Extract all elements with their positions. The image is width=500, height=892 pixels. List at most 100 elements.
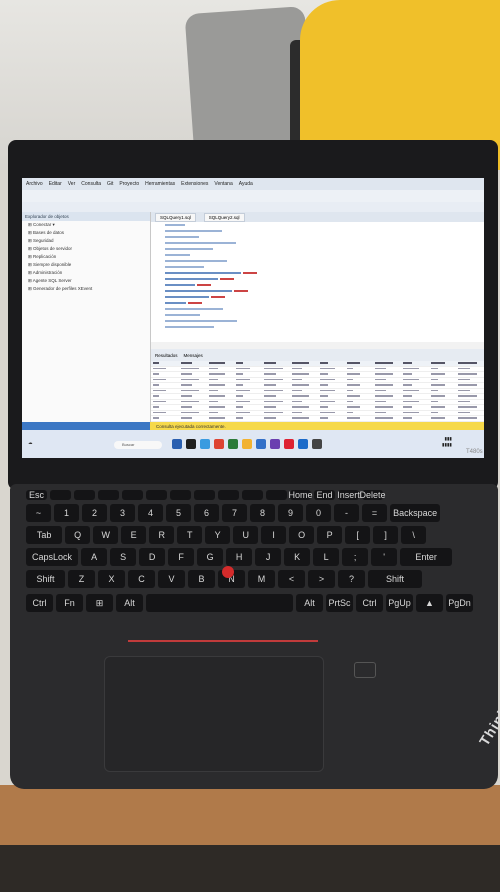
key[interactable]: 9 [278,504,303,522]
menu-item-5[interactable]: Proyecto [119,181,139,187]
taskbar-app-icon[interactable] [186,439,196,449]
key[interactable]: V [158,570,185,588]
key[interactable]: > [308,570,335,588]
key[interactable]: Home [289,490,313,500]
key[interactable]: Y [205,526,231,544]
results-grid[interactable] [151,361,484,433]
tree-item[interactable]: ⊞ Conectar ▾ [22,221,150,229]
taskbar-app-icon[interactable] [242,439,252,449]
tab-results[interactable]: Resultados [155,353,178,358]
key[interactable]: M [248,570,275,588]
key[interactable]: ? [338,570,365,588]
key[interactable]: Shift [26,570,65,588]
tab-query-1[interactable]: SQLQuery1.sql [155,212,196,222]
key[interactable]: Delete [360,490,386,500]
menu-item-9[interactable]: Ayuda [239,181,253,187]
menu-item-2[interactable]: Ver [68,181,76,187]
key[interactable] [74,490,95,500]
key[interactable]: ; [342,548,369,566]
key[interactable]: D [139,548,166,566]
taskbar-app-icon[interactable] [298,439,308,449]
key[interactable]: ▲ [416,594,443,612]
sql-editor[interactable] [151,222,484,342]
key[interactable]: A [81,548,108,566]
key[interactable]: Tab [26,526,63,544]
trackpoint[interactable] [222,566,234,578]
menu-item-4[interactable]: Git [107,181,113,187]
key[interactable]: Q [65,526,91,544]
key[interactable]: Ctrl [356,594,383,612]
key[interactable]: R [149,526,175,544]
taskbar-app-icon[interactable] [172,439,182,449]
key[interactable]: ⊞ [86,594,113,612]
key[interactable]: < [278,570,305,588]
key[interactable] [194,490,215,500]
key[interactable]: Esc [26,490,47,500]
taskbar-app-icon[interactable] [228,439,238,449]
key[interactable]: G [197,548,224,566]
key[interactable]: ] [373,526,399,544]
tree-item[interactable]: ⊞ Generador de perfiles XEvent [22,285,150,293]
tree-item[interactable]: ⊞ Bases de datos [22,229,150,237]
key[interactable]: 4 [138,504,163,522]
menu-item-1[interactable]: Editar [49,181,62,187]
tree-item[interactable]: ⊞ Replicación [22,253,150,261]
key[interactable]: PrtSc [326,594,353,612]
tab-messages[interactable]: Mensajes [184,353,203,358]
key[interactable]: S [110,548,137,566]
key[interactable]: 6 [194,504,219,522]
weather-widget[interactable]: ☁ [28,440,33,446]
tree-item[interactable]: ⊞ Seguridad [22,237,150,245]
key[interactable]: E [121,526,147,544]
key[interactable]: Shift [368,570,422,588]
key[interactable] [266,490,287,500]
key[interactable]: Enter [400,548,453,566]
key[interactable]: T [177,526,203,544]
key[interactable]: - [334,504,359,522]
key[interactable]: L [313,548,340,566]
key[interactable]: ~ [26,504,51,522]
key[interactable]: 1 [54,504,79,522]
key[interactable]: K [284,548,311,566]
key[interactable]: O [289,526,315,544]
menu-item-6[interactable]: Herramientas [145,181,175,187]
taskbar-app-icon[interactable] [256,439,266,449]
trackpad[interactable] [104,656,324,772]
key[interactable]: 3 [110,504,135,522]
tree-item[interactable]: ⊞ Objetos de servidor [22,245,150,253]
key[interactable]: W [93,526,119,544]
taskbar-app-icon[interactable] [284,439,294,449]
key[interactable]: F [168,548,195,566]
taskbar-app-icon[interactable] [200,439,210,449]
key[interactable]: U [233,526,259,544]
taskbar-search[interactable]: Buscar [114,441,162,449]
key[interactable]: ' [371,548,398,566]
key[interactable]: H [226,548,253,566]
key[interactable]: Ctrl [26,594,53,612]
key[interactable]: Backspace [390,504,441,522]
system-clock[interactable]: ▮▮▮ ▮▮▮▮ [442,436,452,448]
key[interactable]: Insert [337,490,360,500]
tree-item[interactable]: ⊞ Agente SQL Server [22,277,150,285]
key[interactable]: J [255,548,282,566]
tree-item[interactable]: ⊞ Siempre disponible [22,261,150,269]
key[interactable]: 0 [306,504,331,522]
key[interactable]: PgDn [446,594,473,612]
key[interactable]: Z [68,570,95,588]
key[interactable] [146,490,167,500]
key[interactable]: C [128,570,155,588]
key[interactable]: 8 [250,504,275,522]
key[interactable]: Fn [56,594,83,612]
key[interactable]: 2 [82,504,107,522]
key[interactable]: Alt [296,594,323,612]
key[interactable] [242,490,263,500]
key[interactable] [218,490,239,500]
key[interactable] [170,490,191,500]
key[interactable] [122,490,143,500]
menu-item-0[interactable]: Archivo [26,181,43,187]
key[interactable] [50,490,71,500]
key[interactable]: CapsLock [26,548,79,566]
key[interactable]: X [98,570,125,588]
key[interactable]: = [362,504,387,522]
key[interactable]: 5 [166,504,191,522]
